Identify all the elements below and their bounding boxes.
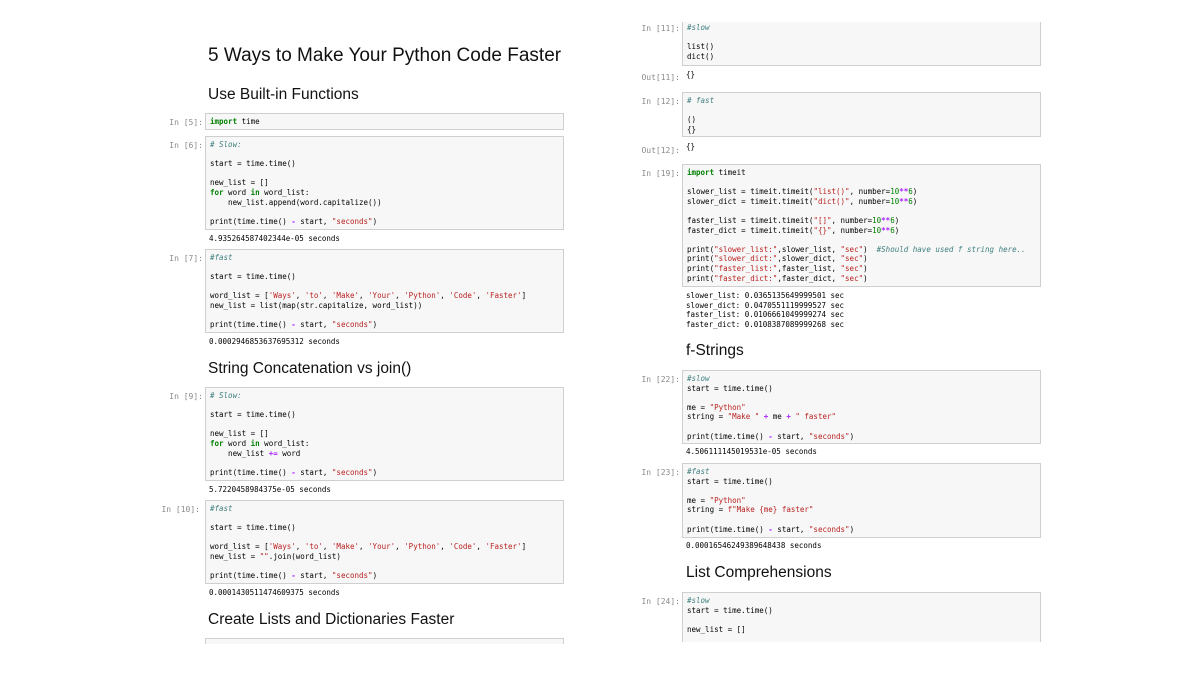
cell-prompt: In [5]:	[169, 118, 203, 127]
code-text: #slow start = time.time() me = "Python" …	[687, 374, 855, 441]
heading-f-strings: f-Strings	[686, 342, 744, 359]
heading-string-concatenation: String Concatenation vs join()	[208, 360, 412, 377]
code-text: import timeit slower_list = timeit.timei…	[687, 168, 1026, 283]
code-text: # Slow: start = time.time() new_list = […	[210, 140, 382, 226]
cell-output: 4.506111145019531e-05 seconds	[686, 447, 817, 456]
code-cell[interactable]: #fast start = time.time() word_list = ['…	[205, 249, 564, 333]
cell-prompt: In [10]:	[161, 505, 200, 514]
code-cell[interactable]: import timeit slower_list = timeit.timei…	[682, 164, 1041, 287]
cell-prompt: In [19]:	[641, 169, 680, 178]
cell-output: 0.0002946853637695312 seconds	[209, 337, 340, 346]
cell-prompt: In [11]:	[641, 24, 680, 33]
code-text: # Slow: start = time.time() new_list = […	[210, 391, 378, 477]
code-cell[interactable]: #fast start = time.time() word_list = ['…	[205, 500, 564, 584]
cell-output: {}	[686, 70, 696, 79]
code-text: #fast start = time.time() me = "Python" …	[687, 467, 855, 534]
cell-output: 5.7220458984375e-05 seconds	[209, 485, 331, 494]
cell-output: 0.0001430511474609375 seconds	[209, 588, 340, 597]
output-prompt: Out[12]:	[641, 146, 680, 155]
code-cell[interactable]: #slow start = time.time() new_list = []	[682, 592, 1041, 642]
code-cell-partial[interactable]	[205, 638, 564, 644]
code-text: #fast start = time.time() word_list = ['…	[210, 253, 527, 330]
heading-list-comprehensions: List Comprehensions	[686, 564, 832, 581]
heading-lists-dictionaries: Create Lists and Dictionaries Faster	[208, 611, 455, 628]
heading-builtin-functions: Use Built-in Functions	[208, 86, 359, 103]
code-text: #fast start = time.time() word_list = ['…	[210, 504, 527, 581]
code-text: # fast () {}	[687, 96, 715, 134]
cell-prompt: In [22]:	[641, 375, 680, 384]
output-prompt: Out[11]:	[641, 73, 680, 82]
code-text: #slow start = time.time() new_list = []	[687, 596, 773, 634]
cell-prompt: In [23]:	[641, 468, 680, 477]
code-cell[interactable]: #slow start = time.time() me = "Python" …	[682, 370, 1041, 444]
cell-output: 4.935264587402344e-05 seconds	[209, 234, 340, 243]
cell-prompt: In [24]:	[641, 597, 680, 606]
cell-prompt: In [6]:	[169, 141, 203, 150]
cell-prompt: In [9]:	[169, 392, 203, 401]
code-cell[interactable]: import time	[205, 113, 564, 130]
cell-prompt: In [7]:	[169, 254, 203, 263]
code-cell[interactable]: # Slow: start = time.time() new_list = […	[205, 136, 564, 230]
cell-prompt: In [12]:	[641, 97, 680, 106]
notebook-title: 5 Ways to Make Your Python Code Faster	[208, 45, 562, 66]
code-cell[interactable]: # fast () {}	[682, 92, 1041, 137]
cell-output: 0.00016546249389648438 seconds	[686, 541, 822, 550]
cell-output: slower_list: 0.0365135649999501 sec slow…	[686, 291, 845, 329]
code-cell[interactable]: #fast start = time.time() me = "Python" …	[682, 463, 1041, 538]
code-cell[interactable]: # Slow: start = time.time() new_list = […	[205, 387, 564, 481]
code-cell[interactable]: #slow list() dict()	[682, 22, 1041, 66]
code-text: #slow list() dict()	[687, 23, 715, 61]
code-text: import time	[210, 117, 260, 126]
cell-output: {}	[686, 142, 696, 151]
